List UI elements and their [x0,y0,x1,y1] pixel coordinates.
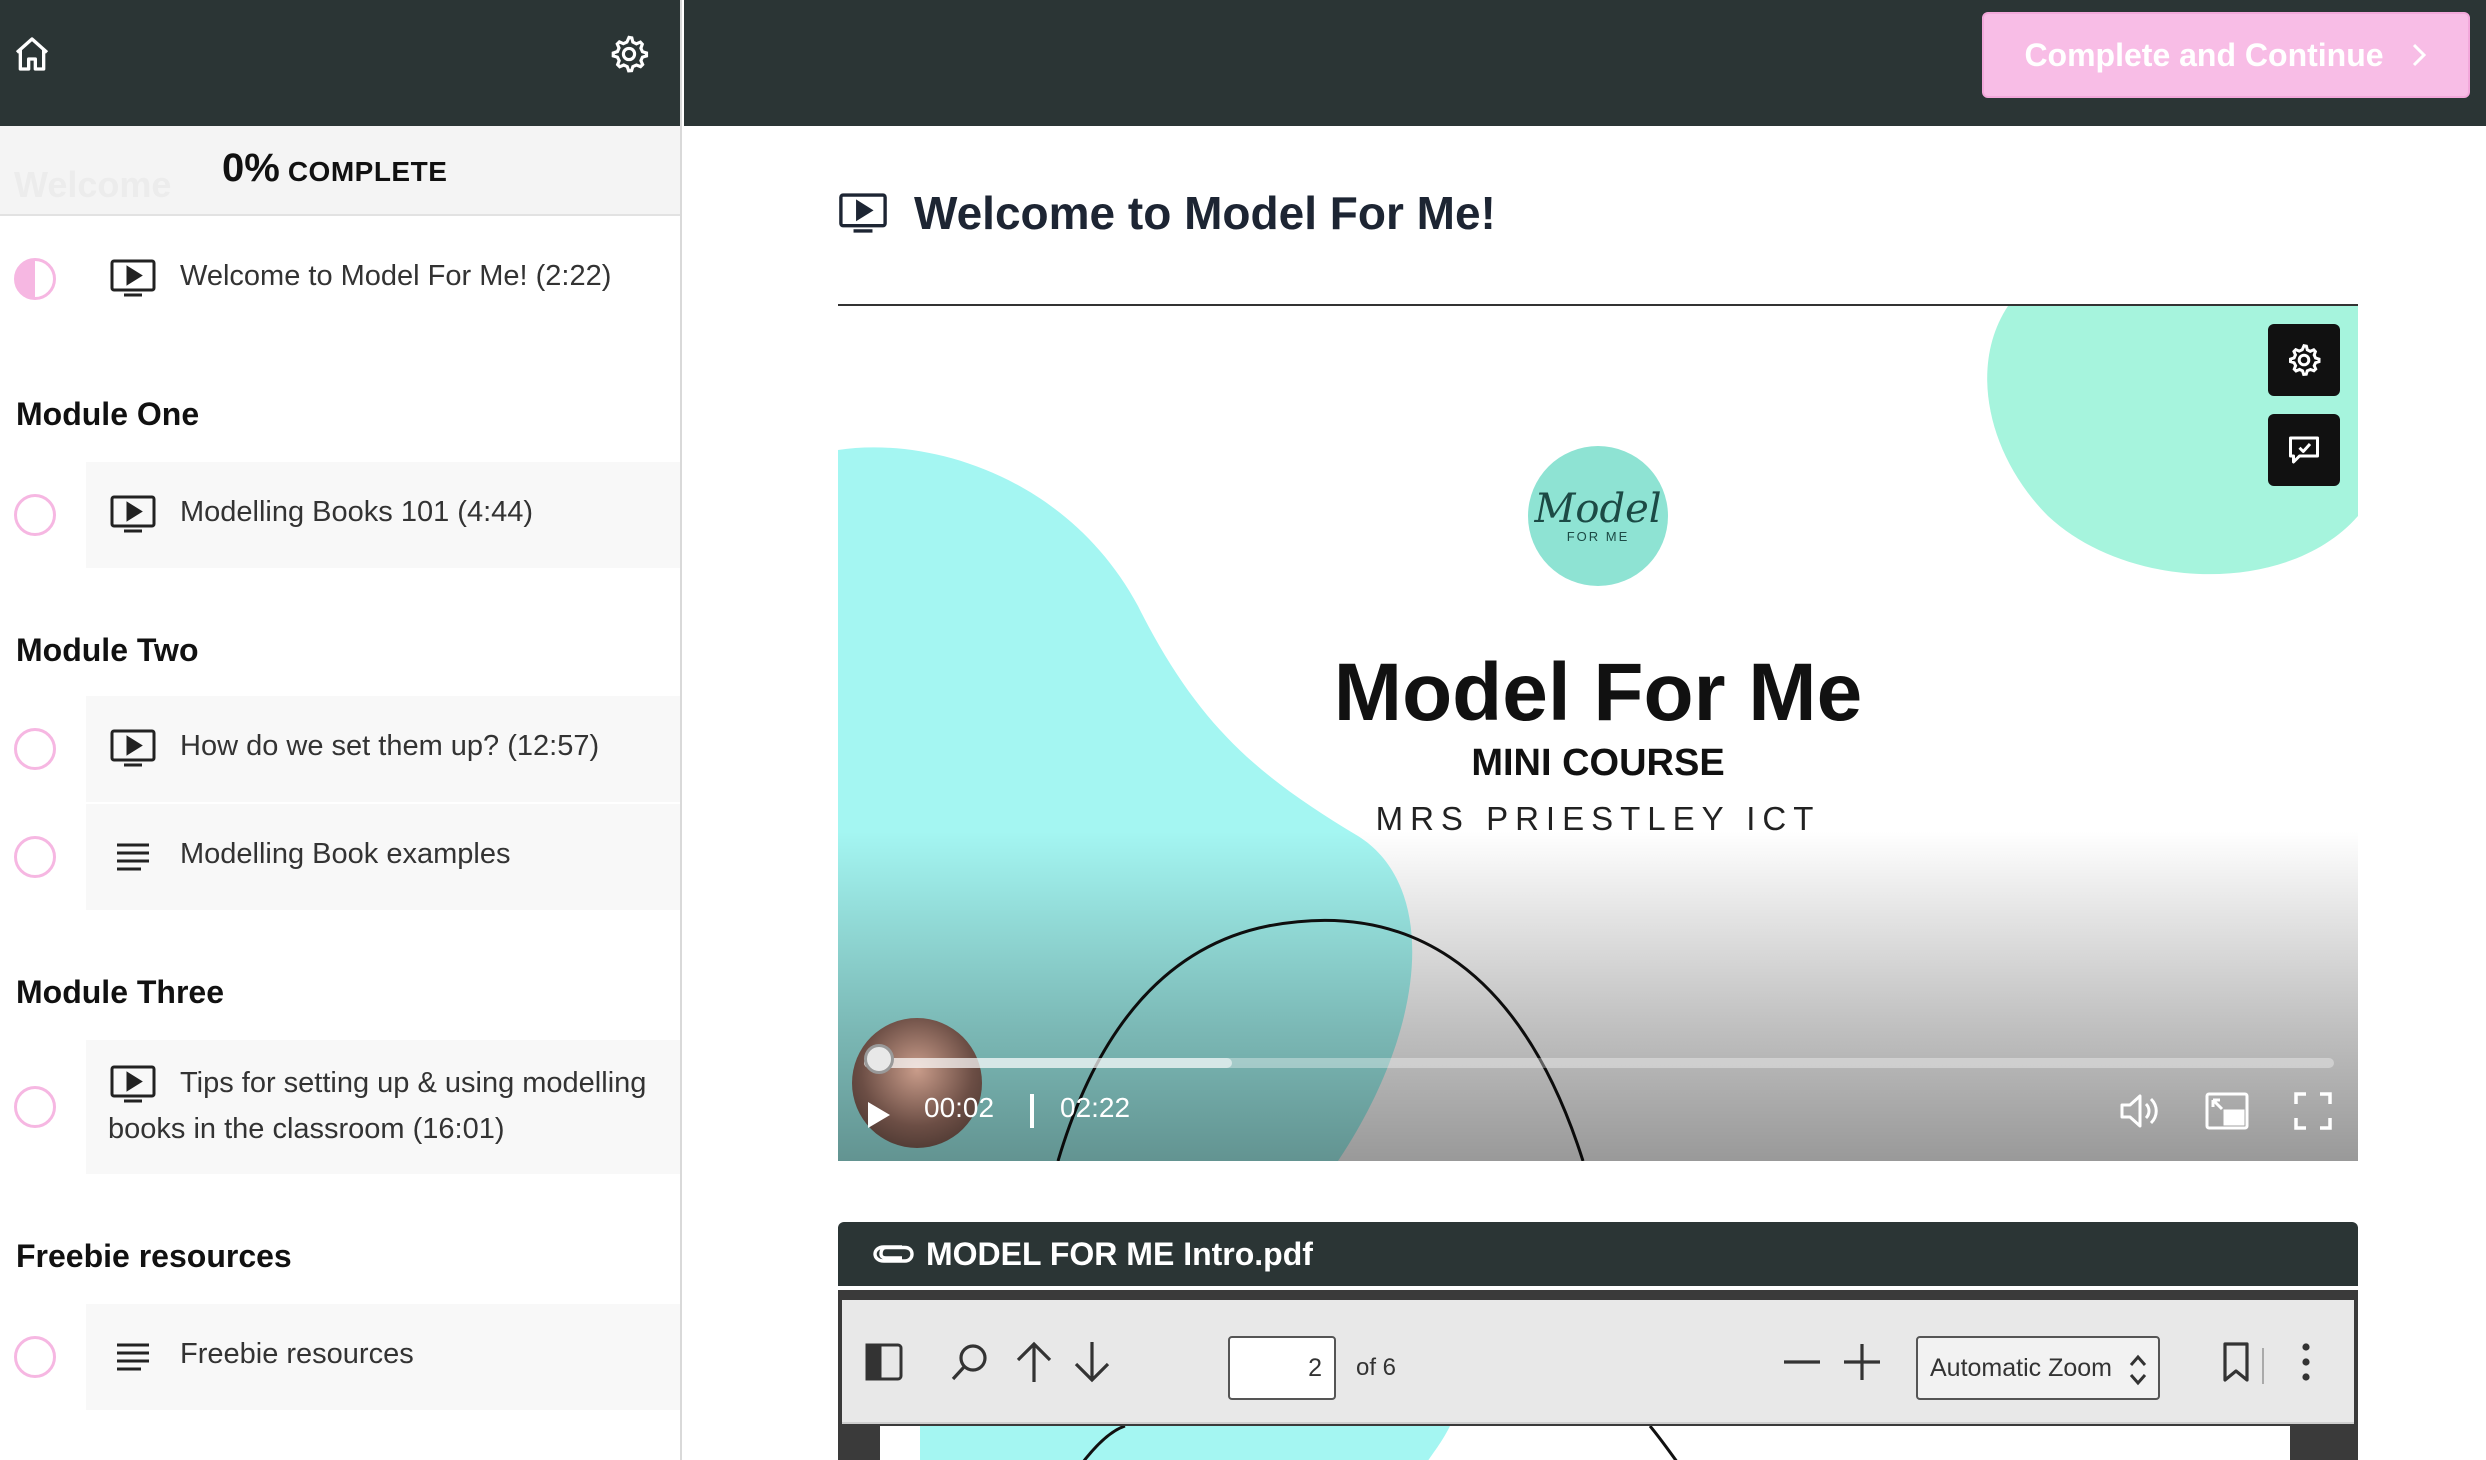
lesson-title: Welcome to Model For Me! (2:22) [180,260,612,292]
previous-page-button[interactable] [1010,1338,1058,1386]
comment-icon [2289,436,2319,464]
bookmark-button[interactable] [2212,1338,2260,1386]
video-settings-button[interactable] [2268,324,2340,396]
plus-icon [1844,1344,1880,1380]
lesson-status-in-progress-icon [14,258,56,300]
pdf-viewer: of 6 Automatic Zoom [838,1290,2358,1460]
kebab-menu-icon [2302,1343,2310,1381]
pdf-page-shapes [920,1426,1678,1460]
lesson-status-icon [14,1086,56,1128]
settings-button[interactable] [602,26,656,82]
lesson-item-modelling-book-examples[interactable]: Modelling Book examples [0,804,680,910]
zoom-in-button[interactable] [1838,1338,1886,1386]
sidebar-toggle-button[interactable] [860,1338,908,1386]
lesson-status-icon [14,494,56,536]
lesson-status-icon [14,1336,56,1378]
video-seek-bar[interactable] [864,1058,2334,1068]
paperclip-icon [873,1245,914,1263]
select-arrows-icon [2129,1354,2147,1386]
more-tools-button[interactable] [2282,1338,2330,1386]
sidebar-header [0,0,680,126]
gear-icon [611,35,649,73]
page-number-input[interactable] [1228,1336,1336,1400]
video-lesson-icon [108,258,158,298]
search-icon [951,1344,987,1381]
section-title-module-two: Module Two [16,632,199,668]
page-count-label: of 6 [1356,1354,1397,1381]
video-lesson-icon [839,193,887,233]
minus-icon [1784,1360,1820,1364]
slide-subtitle: MINI COURSE [1471,742,1725,784]
gear-icon [2289,344,2321,376]
lesson-item-welcome[interactable]: Welcome to Model For Me! (2:22) [0,216,680,342]
fullscreen-button[interactable] [2288,1086,2338,1136]
lesson-status-icon [14,728,56,770]
pdf-toolbar: of 6 Automatic Zoom [842,1300,2354,1424]
find-button[interactable] [946,1338,994,1386]
chevron-right-icon [2412,43,2426,67]
course-sidebar: Welcome 0% COMPLETE Welcome to Model For … [0,0,682,1460]
zoom-out-button[interactable] [1778,1338,1826,1386]
time-separator [1030,1094,1034,1128]
bookmark-icon [2223,1342,2249,1382]
lesson-item-tips-setting-up[interactable]: Tips for setting up & using modelling bo… [0,1040,680,1174]
current-time: 00:02 [924,1092,995,1123]
home-icon [15,37,49,71]
text-lesson-icon [108,836,158,876]
lesson-title: Modelling Books 101 (4:44) [180,496,534,528]
progress-percent: 0% [222,146,280,190]
lesson-item-freebie-resources[interactable]: Freebie resources [0,1304,680,1410]
video-comment-button[interactable] [2268,414,2340,486]
progress-text: 0% COMPLETE [222,146,447,191]
section-title-module-three: Module Three [16,974,225,1010]
video-lesson-icon [108,494,158,534]
lesson-status-icon [14,836,56,878]
lesson-title: Tips for setting up & using modelling bo… [108,1067,647,1145]
progress-label: COMPLETE [287,156,448,187]
buffered-bar [864,1058,1232,1068]
attachment-header: MODEL FOR ME Intro.pdf [838,1222,2358,1286]
video-player[interactable]: Model FOR ME Model For Me MINI COURSE MR… [838,306,2358,1161]
slide-title: Model For Me [1333,647,1863,738]
lesson-item-how-set-up[interactable]: How do we set them up? (12:57) [0,696,680,802]
arrow-down-icon [1074,1342,1110,1383]
fullscreen-icon [2294,1092,2332,1130]
attachment-file-name: MODEL FOR ME Intro.pdf [926,1235,1313,1272]
duration: 02:22 [1060,1092,1131,1123]
lesson-item-modelling-books-101[interactable]: Modelling Books 101 (4:44) [0,462,680,568]
toolbar-divider [2262,1348,2264,1384]
zoom-value: Automatic Zoom [1930,1353,2113,1382]
course-progress: Welcome 0% COMPLETE [0,126,680,216]
text-lesson-icon [108,1336,158,1376]
next-page-button[interactable] [1068,1338,1116,1386]
pip-icon [2205,1092,2249,1130]
complete-and-continue-button[interactable]: Complete and Continue [1982,12,2470,98]
section-title-freebie-resources: Freebie resources [16,1238,292,1274]
zoom-select[interactable]: Automatic Zoom [1916,1336,2160,1400]
continue-label: Complete and Continue [2024,36,2384,73]
section-title-module-one: Module One [16,396,200,432]
lesson-title: Freebie resources [180,1338,414,1370]
page-title: Welcome to Model For Me! [914,187,1496,239]
speaker-icon [2120,1094,2158,1128]
lesson-header-bar: Complete and Continue [684,0,2486,126]
model-for-me-logo: Model FOR ME [1528,446,1668,586]
pdf-page-preview [880,1426,2290,1460]
play-icon[interactable] [864,1098,894,1132]
ghost-section-title: Welcome [14,164,172,205]
picture-in-picture-button[interactable] [2202,1086,2252,1136]
arrow-up-icon [1016,1341,1052,1382]
sidebar-toggle-icon [865,1343,903,1381]
lesson-title: Modelling Book examples [180,838,511,870]
seek-handle[interactable] [863,1044,894,1074]
home-button[interactable] [6,26,58,82]
volume-button[interactable] [2116,1086,2166,1136]
lesson-heading: Welcome to Model For Me! [838,180,1496,246]
lesson-title: How do we set them up? (12:57) [180,730,600,762]
video-lesson-icon [108,728,158,768]
